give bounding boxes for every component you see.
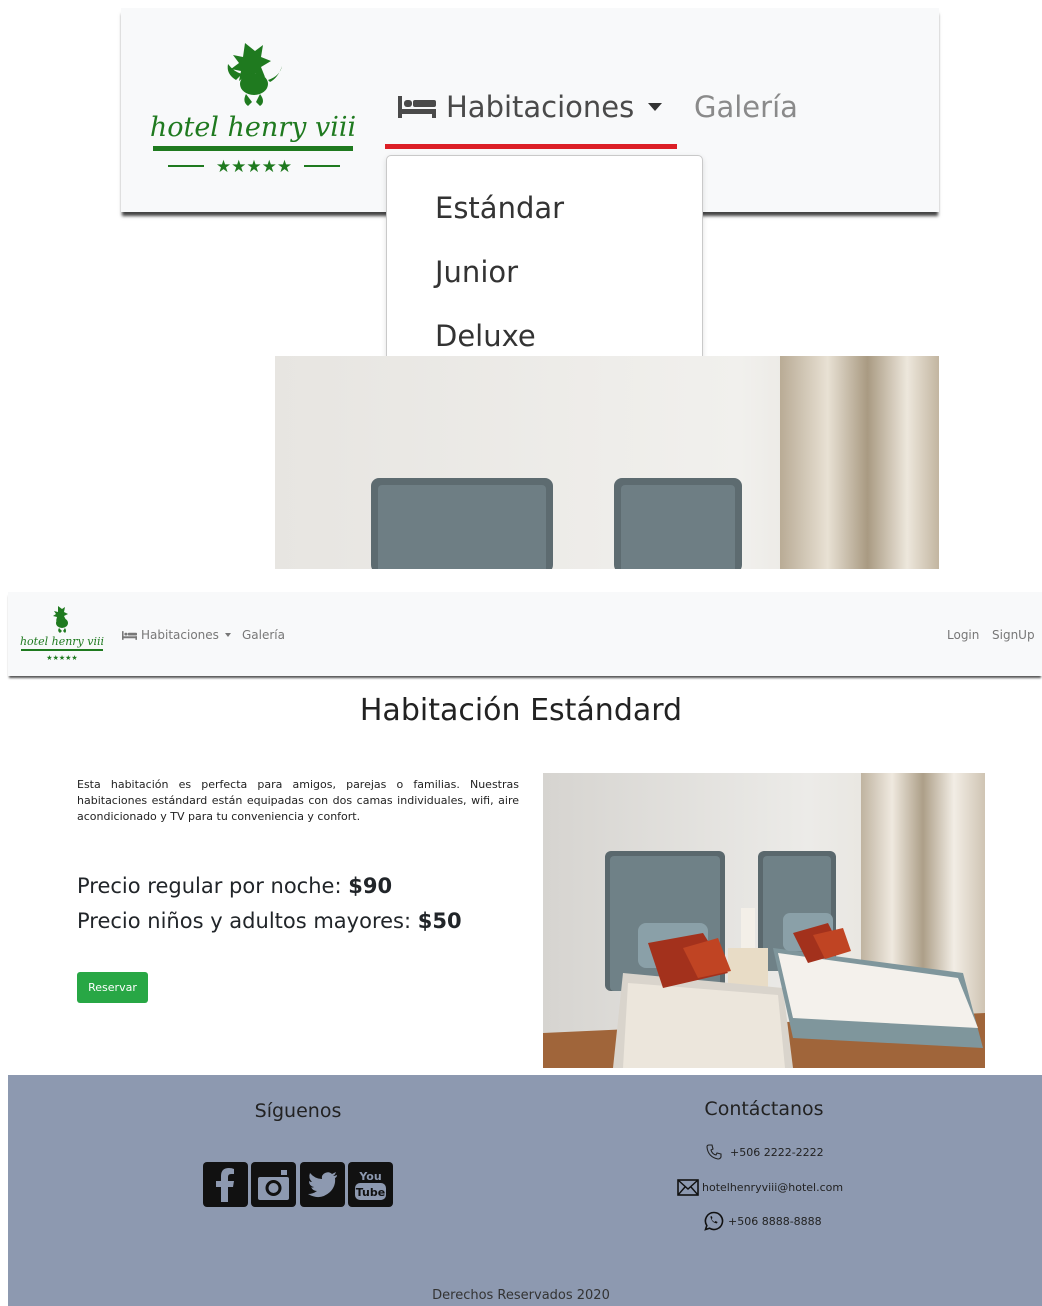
logo-wordmark: hotel henry viii [150,112,356,143]
footer [8,1075,1042,1306]
envelope-icon [677,1179,699,1196]
hotel-logo[interactable]: hotel henry viii ★★★★★ [150,38,356,178]
dropdown-item-estandar[interactable]: Estándar [435,188,564,228]
navbar-logo[interactable]: hotel henry viii ★★★★★ [20,604,104,662]
phone-icon [706,1144,722,1160]
youtube-text-bottom: Tube [356,1186,385,1199]
reserve-button[interactable]: Reservar [77,972,148,1003]
copyright: Derechos Reservados 2020 [432,1288,610,1303]
room-description: Esta habitación es perfecta para amigos,… [77,778,519,823]
price-regular: Precio regular por noche: $90 [77,871,392,901]
contact-title: Contáctanos [704,1098,824,1120]
instagram-icon[interactable] [251,1162,297,1207]
follow-title: Síguenos [254,1100,342,1122]
caret-down-icon [224,633,231,637]
navbar-logo-wordmark: hotel henry viii [20,635,104,648]
nav-habitaciones-label: Habitaciones [141,628,219,642]
price-senior-label: Precio niños y adultos mayores: [77,909,418,933]
whatsapp-icon [704,1211,724,1231]
navbar-logo-stars: ★★★★★ [46,654,77,662]
zoom-habitaciones-label: Habitaciones [446,90,635,124]
contact-whatsapp: +506 8888-8888 [704,1211,822,1231]
dragon-icon [227,43,282,106]
price-regular-value: $90 [348,874,393,898]
contact-email-text[interactable]: hotelhenryviii@hotel.com [702,1181,843,1194]
login-link[interactable]: Login [947,626,979,644]
bed-icon [122,630,137,640]
price-regular-label: Precio regular por noche: [77,874,349,898]
price-senior-value: $50 [417,909,462,933]
price-senior: Precio niños y adultos mayores: $50 [77,906,462,936]
zoom-habitaciones-toggle[interactable]: Habitaciones [398,86,663,128]
contact-phone: +506 2222-2222 [706,1143,824,1161]
caret-down-icon [648,103,663,111]
page-title: Habitación Estándard [359,693,683,728]
contact-email: hotelhenryviii@hotel.com [677,1179,843,1196]
facebook-icon[interactable] [203,1162,248,1207]
zoomed-room-photo [275,356,939,569]
nav-galeria-link[interactable]: Galería [242,626,285,644]
youtube-text-top: You [358,1170,381,1183]
bed-icon [398,96,436,118]
active-tab-underline [385,144,677,149]
contact-whatsapp-text: +506 8888-8888 [728,1214,822,1228]
logo-stars: ★★★★★ [216,157,292,177]
dropdown-item-deluxe[interactable]: Deluxe [435,316,536,356]
youtube-icon[interactable]: You Tube [347,1162,393,1207]
signup-link[interactable]: SignUp [992,626,1035,644]
nav-habitaciones-toggle[interactable]: Habitaciones [122,626,231,644]
room-photo [543,773,985,1068]
habitaciones-dropdown-menu: Estándar Junior Deluxe [386,155,703,380]
contact-phone-text: +506 2222-2222 [730,1145,824,1159]
twitter-icon[interactable] [299,1162,345,1207]
social-links: You Tube [203,1162,393,1208]
zoom-galeria-link[interactable]: Galería [694,86,798,128]
dropdown-item-junior[interactable]: Junior [435,252,518,292]
dragon-icon [53,606,68,633]
